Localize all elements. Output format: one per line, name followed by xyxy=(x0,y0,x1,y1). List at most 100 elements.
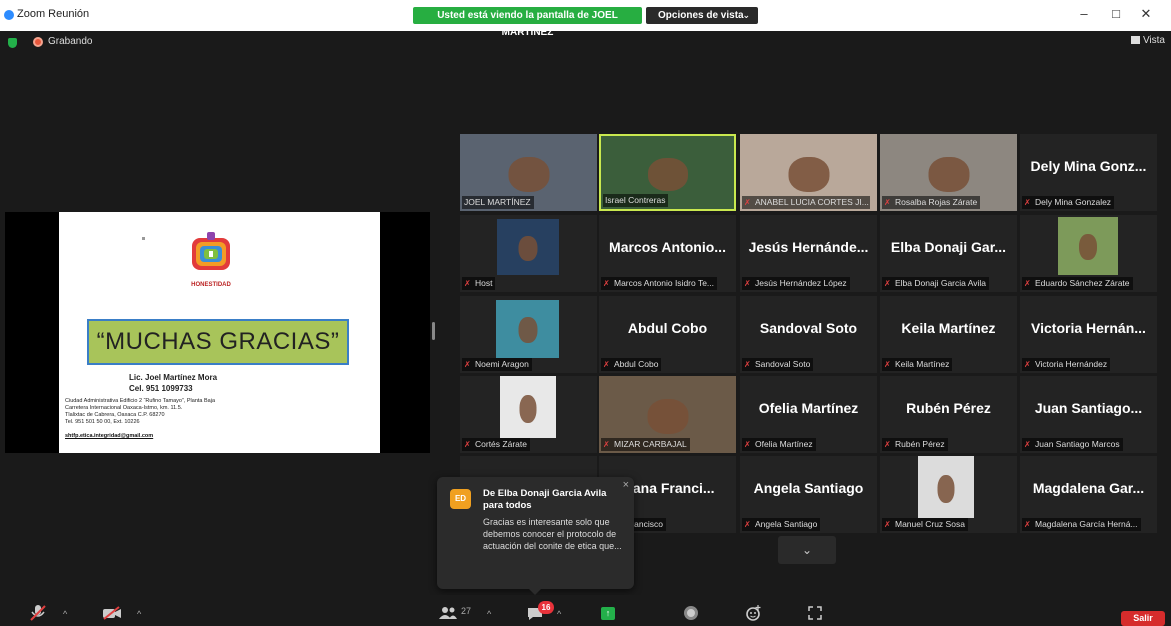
participant-name: Cortés Zárate xyxy=(475,439,527,449)
participant-name-label: ✗ Abdul Cobo xyxy=(601,358,662,371)
participant-display-name: Magdalena Gar... xyxy=(1032,480,1145,496)
participant-video xyxy=(1058,217,1118,275)
person-silhouette-icon xyxy=(928,157,969,193)
security-shield-icon[interactable] xyxy=(8,38,17,48)
participant-tile[interactable]: ✗ MIZAR CARBAJAL xyxy=(599,376,736,453)
participant-name-label: ✗ Rosalba Rojas Zárate xyxy=(882,196,981,209)
view-options-button[interactable]: Opciones de vista ⌄ xyxy=(646,7,758,24)
participant-name: Dely Mina Gonzalez xyxy=(1035,197,1112,207)
participants-chevron-icon[interactable]: ^ xyxy=(487,609,491,619)
person-silhouette-icon xyxy=(519,394,537,423)
person-silhouette-icon xyxy=(508,157,549,193)
mic-muted-icon[interactable] xyxy=(30,604,46,622)
maximize-button[interactable]: □ xyxy=(1106,6,1126,21)
participant-tile[interactable]: Angela Santiago ✗ Angela Santiago xyxy=(740,456,877,533)
participant-tile[interactable]: Elba Donaji Gar... ✗ Elba Donaji Garcia Av… xyxy=(880,215,1017,292)
participant-name-label: ✗ Elba Donaji Garcia Avila xyxy=(882,277,990,290)
chat-notification[interactable]: ED De Elba Donaji Garcia Avila para todo… xyxy=(437,477,634,595)
participant-tile[interactable]: Keila Martínez ✗ Keila Martínez xyxy=(880,296,1017,373)
leave-meeting-button[interactable]: Salir xyxy=(1121,611,1165,626)
participant-name-label: ✗ Eduardo Sánchez Zárate xyxy=(1022,277,1133,290)
participant-tile[interactable]: Marcos Antonio... ✗ Marcos Antonio Isidro … xyxy=(599,215,736,292)
participant-name-label: ✗ Sandoval Soto xyxy=(742,358,814,371)
participant-name: Elba Donaji Garcia Avila xyxy=(895,278,987,288)
audio-options-chevron-icon[interactable]: ^ xyxy=(63,609,67,619)
participant-name: Sandoval Soto xyxy=(755,359,811,369)
participant-video xyxy=(497,219,559,275)
presenter-name: Lic. Joel Martínez Mora xyxy=(129,373,218,382)
participant-name: Magdalena García Herná... xyxy=(1035,519,1138,529)
participant-display-name: Marcos Antonio... xyxy=(609,239,726,255)
splitter-handle[interactable] xyxy=(432,322,435,340)
participant-tile[interactable]: ✗ Host xyxy=(460,215,597,292)
participants-icon[interactable] xyxy=(439,607,457,619)
participant-tile[interactable]: Rubén Pérez ✗ Rubén Pérez xyxy=(880,376,1017,453)
chat-chevron-icon[interactable]: ^ xyxy=(557,609,561,619)
participant-tile[interactable]: ✗ Manuel Cruz Sosa xyxy=(880,456,1017,533)
view-options-label: Opciones de vista xyxy=(658,10,744,21)
participant-name: Ofelia Martínez xyxy=(755,439,813,449)
close-notification-button[interactable]: × xyxy=(623,479,629,491)
participant-tile[interactable]: Sandoval Soto ✗ Sandoval Soto xyxy=(740,296,877,373)
participant-display-name: Rubén Pérez xyxy=(906,400,991,416)
participant-tile[interactable]: ✗ Eduardo Sánchez Zárate xyxy=(1020,215,1157,292)
person-silhouette-icon xyxy=(518,235,538,261)
participant-tile[interactable]: Jesús Hernánde... ✗ Jesús Hernández López xyxy=(740,215,877,292)
participant-name: Rosalba Rojas Zárate xyxy=(895,197,978,207)
mic-muted-icon: ✗ xyxy=(1024,520,1031,529)
participant-tile[interactable]: JOEL MARTÍNEZ xyxy=(460,134,597,211)
mic-muted-icon: ✗ xyxy=(744,198,751,207)
person-silhouette-icon xyxy=(937,474,955,503)
participant-tile[interactable]: Abdul Cobo ✗ Abdul Cobo xyxy=(599,296,736,373)
participant-video xyxy=(918,456,974,518)
participant-name: Rubén Pérez xyxy=(895,439,945,449)
participant-name: Noemi Aragon xyxy=(475,359,529,369)
participant-display-name: Keila Martínez xyxy=(901,320,996,336)
participant-name: Manuel Cruz Sosa xyxy=(895,519,965,529)
participant-tile[interactable]: Juan Santiago... ✗ Juan Santiago Marcos xyxy=(1020,376,1157,453)
record-button[interactable] xyxy=(684,606,698,620)
participant-name-label: Israel Contreras xyxy=(603,194,669,207)
arrow-up-icon: ↑ xyxy=(605,608,611,618)
participant-tile[interactable]: Dely Mina Gonz... ✗ Dely Mina Gonzalez xyxy=(1020,134,1157,211)
logo-caption: HONESTIDAD xyxy=(191,282,231,288)
participant-tile[interactable]: Israel Contreras xyxy=(599,134,736,211)
participants-count: 27 xyxy=(461,606,472,616)
mic-muted-icon: ✗ xyxy=(884,520,891,529)
participant-tile[interactable]: ✗ Rosalba Rojas Zárate xyxy=(880,134,1017,211)
participant-tile[interactable]: Ofelia Martínez ✗ Ofelia Martínez xyxy=(740,376,877,453)
participant-name: Victoria Hernández xyxy=(1035,359,1108,369)
mic-muted-icon: ✗ xyxy=(884,279,891,288)
participant-tile[interactable]: Magdalena Gar... ✗ Magdalena García Herná.… xyxy=(1020,456,1157,533)
more-apps-icon[interactable] xyxy=(808,606,822,620)
minimize-button[interactable]: – xyxy=(1074,6,1094,21)
participant-tile[interactable]: Victoria Hernán... ✗ Victoria Hernández xyxy=(1020,296,1157,373)
close-window-button[interactable]: ✕ xyxy=(1136,6,1156,22)
video-off-icon[interactable] xyxy=(102,606,122,620)
participant-tile[interactable]: ✗ Noemi Aragon xyxy=(460,296,597,373)
address-block: Ciudad Administrativa Edificio 2 “Rufino… xyxy=(65,398,215,426)
view-button-label: Vista xyxy=(1142,35,1165,46)
reactions-icon[interactable] xyxy=(746,605,762,621)
participant-name: MIZAR CARBAJAL xyxy=(614,439,687,449)
participant-name-label: ✗ Jesús Hernández López xyxy=(742,277,850,290)
view-button[interactable]: Vista xyxy=(1130,35,1165,46)
participant-tile[interactable]: ✗ ANABEL LUCIA CORTES JI... xyxy=(740,134,877,211)
participant-name-label: ✗ Victoria Hernández xyxy=(1022,358,1111,371)
participant-tile[interactable]: ✗ Cortés Zárate xyxy=(460,376,597,453)
share-screen-button[interactable]: ↑ xyxy=(601,607,615,620)
mic-muted-icon: ✗ xyxy=(603,279,610,288)
mic-muted-icon: ✗ xyxy=(884,198,891,207)
participant-name: Host xyxy=(475,278,493,288)
video-options-chevron-icon[interactable]: ^ xyxy=(137,609,141,619)
participant-name-label: JOEL MARTÍNEZ xyxy=(462,196,534,209)
person-silhouette-icon xyxy=(647,157,688,191)
mic-muted-icon: ✗ xyxy=(1024,279,1031,288)
honestidad-logo-icon xyxy=(192,232,230,270)
participant-display-name: Ofelia Martínez xyxy=(758,400,859,416)
next-page-button[interactable]: ⌄ xyxy=(778,536,836,564)
participant-name: Abdul Cobo xyxy=(614,359,659,369)
address-line: Tel. 951 501 50 00, Ext. 10226 xyxy=(65,419,140,425)
person-silhouette-icon xyxy=(518,317,537,344)
participant-video xyxy=(500,376,556,438)
